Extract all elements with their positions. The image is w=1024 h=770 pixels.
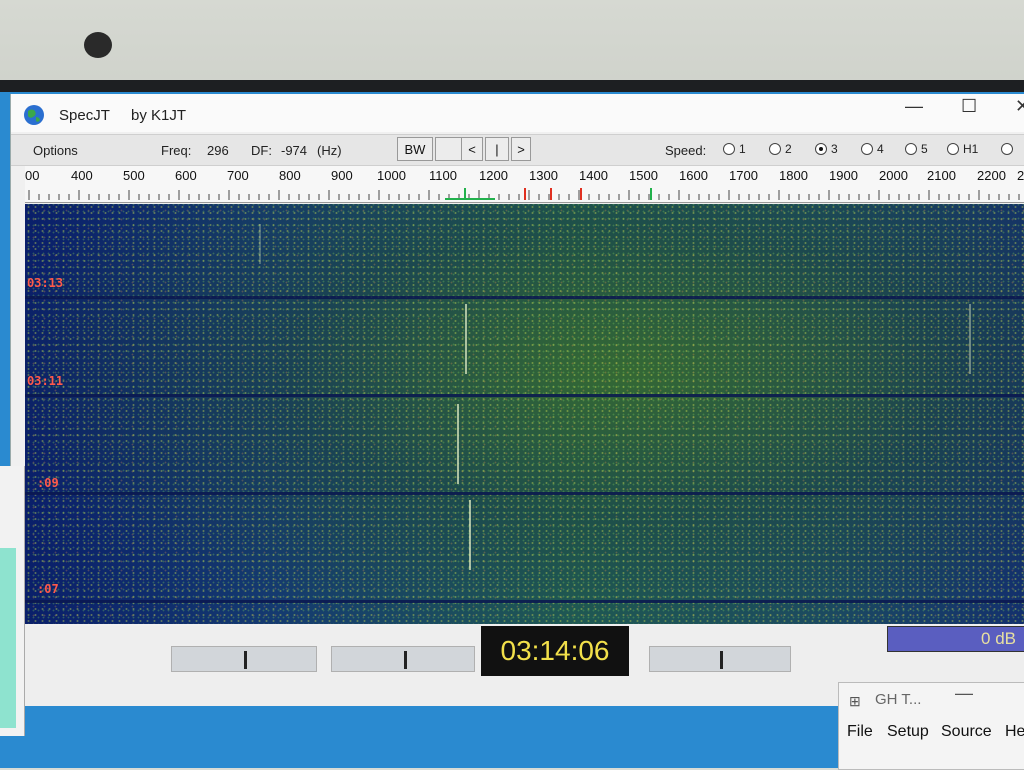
ruler-label: 1000 <box>377 168 406 183</box>
secondary-minimize-button[interactable]: — <box>955 683 973 704</box>
ruler-label: 700 <box>227 168 249 183</box>
speed-radio-extra[interactable] <box>1001 143 1013 155</box>
ruler-label: 2 <box>1017 168 1024 183</box>
signal-level-readout: 0 dB <box>887 626 1024 652</box>
minimize-button[interactable]: — <box>905 96 923 117</box>
speed-radio-5[interactable] <box>905 143 917 155</box>
ruler-label: 00 <box>25 168 40 183</box>
menu-file[interactable]: File <box>847 723 873 741</box>
brightness-slider-thumb[interactable] <box>720 651 723 669</box>
time-label: :07 <box>37 582 59 596</box>
ruler-label: 800 <box>279 168 301 183</box>
time-separator <box>25 394 1024 397</box>
ruler-label: 1500 <box>629 168 658 183</box>
gain-slider-thumb[interactable] <box>244 651 247 669</box>
menu-setup[interactable]: Setup <box>887 723 929 741</box>
next-button[interactable]: > <box>511 137 531 161</box>
time-separator <box>25 492 1024 495</box>
window-title: SpecJT <box>59 107 110 124</box>
secondary-window-title: GH T... <box>875 691 922 708</box>
signal-trace <box>465 304 467 374</box>
df-label: DF: <box>251 143 272 158</box>
speed-label-1: 1 <box>739 142 746 156</box>
side-window-edge <box>0 466 25 736</box>
side-window-panel <box>0 548 16 728</box>
menu-source[interactable]: Source <box>941 723 992 741</box>
zero-slider-thumb[interactable] <box>404 651 407 669</box>
ruler-label: 1400 <box>579 168 608 183</box>
ruler-label: 1600 <box>679 168 708 183</box>
speed-radio-1[interactable] <box>723 143 735 155</box>
speed-radio-4[interactable] <box>861 143 873 155</box>
monitor-bezel <box>0 0 1024 92</box>
speed-label-2: 2 <box>785 142 792 156</box>
speed-radio-h1[interactable] <box>947 143 959 155</box>
brightness-slider[interactable] <box>649 646 791 672</box>
waterfall-noise <box>25 204 1024 624</box>
close-button[interactable]: ✕ <box>1015 96 1024 117</box>
ruler-label: 400 <box>71 168 93 183</box>
time-separator <box>25 296 1024 299</box>
speed-label-h1: H1 <box>963 142 979 156</box>
app-icon: ⊞ <box>849 693 861 709</box>
globe-icon <box>24 105 44 125</box>
window-byline: by K1JT <box>131 107 187 124</box>
speed-label-5: 5 <box>921 142 928 156</box>
speed-label: Speed: <box>665 143 707 158</box>
freq-value: 296 <box>207 143 229 158</box>
ruler-label: 1200 <box>479 168 508 183</box>
df-value: -974 <box>281 143 308 158</box>
center-button[interactable]: | <box>485 137 509 161</box>
webcam <box>84 32 112 58</box>
df-unit: (Hz) <box>317 143 342 158</box>
speed-label-3: 3 <box>831 142 838 156</box>
speed-radio-3[interactable] <box>815 143 827 155</box>
maximize-button[interactable]: ☐ <box>961 96 977 117</box>
time-label: 03:13 <box>27 276 64 290</box>
time-separator <box>25 600 1024 603</box>
freq-label: Freq: <box>161 143 192 158</box>
signal-trace <box>259 224 261 264</box>
secondary-window: ⊞ GH T... — File Setup Source He <box>838 682 1024 770</box>
waterfall-display[interactable]: 03:13 03:11 :09 :07 <box>25 204 1024 624</box>
speed-radio-2[interactable] <box>769 143 781 155</box>
ruler-label: 1800 <box>779 168 808 183</box>
title-bar: SpecJT by K1JT — ☐ ✕ <box>11 94 1024 132</box>
ruler-label: 1900 <box>829 168 858 183</box>
ruler-label: 600 <box>175 168 197 183</box>
signal-trace <box>469 500 471 570</box>
speed-label-4: 4 <box>877 142 884 156</box>
ruler-label: 900 <box>331 168 353 183</box>
signal-trace <box>457 404 459 484</box>
ruler-label: 2200 <box>977 168 1006 183</box>
ruler-label: 2000 <box>879 168 908 183</box>
gain-slider[interactable] <box>171 646 317 672</box>
bw-button[interactable]: BW <box>397 137 433 161</box>
prev-button[interactable]: < <box>461 137 483 161</box>
zero-slider[interactable] <box>331 646 475 672</box>
blank-button[interactable] <box>435 137 461 161</box>
utc-clock: 03:14:06 <box>481 626 629 676</box>
time-label: 03:11 <box>27 374 64 388</box>
signal-trace <box>969 304 971 374</box>
menu-help[interactable]: He <box>1005 723 1024 741</box>
ruler-label: 1300 <box>529 168 558 183</box>
ruler-ticks <box>28 188 1020 200</box>
time-label: :09 <box>37 476 59 490</box>
options-menu[interactable]: Options <box>33 143 78 158</box>
specjt-window: SpecJT by K1JT — ☐ ✕ Options Freq: 296 D… <box>10 94 1024 706</box>
frequency-ruler: 00 400 500 600 700 800 900 1000 1100 120… <box>25 166 1024 203</box>
ruler-label: 500 <box>123 168 145 183</box>
ruler-label: 2100 <box>927 168 956 183</box>
toolbar: Options Freq: 296 DF: -974 (Hz) BW < | >… <box>11 134 1024 166</box>
ruler-label: 1100 <box>429 168 457 183</box>
ruler-label: 1700 <box>729 168 758 183</box>
